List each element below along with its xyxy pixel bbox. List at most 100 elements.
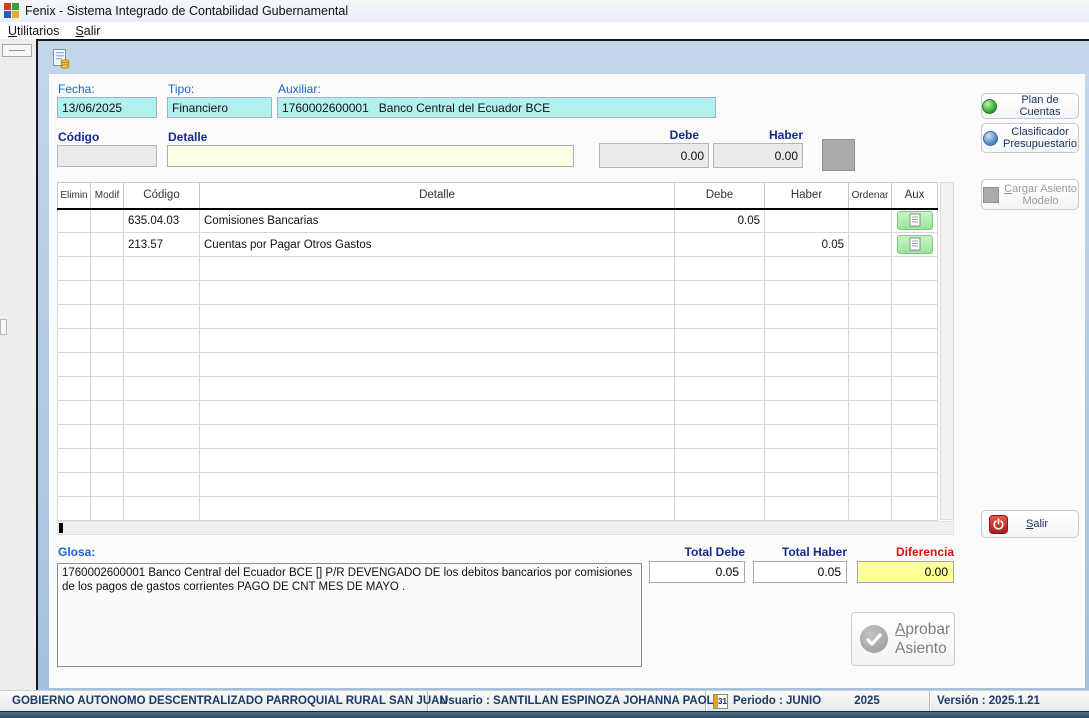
form-toolbar [38, 45, 1089, 73]
salir-button[interactable]: Salir [981, 510, 1079, 538]
total-debe-label: Total Debe [649, 545, 745, 559]
total-haber-field: 0.05 [753, 561, 847, 583]
auxiliar-label: Auxiliar: [278, 82, 321, 96]
menu-utilitarios[interactable]: Utilitarios [0, 23, 67, 39]
col-ordenar[interactable]: Ordenar [849, 183, 892, 209]
status-version: Versión : 2025.1.21 [930, 691, 1089, 711]
cargar-modelo-icon [983, 187, 999, 203]
table-row-empty [58, 353, 938, 377]
cell-haber [765, 209, 849, 233]
clasificador-presupuestario-button[interactable]: ClasificadorPresupuestario [981, 123, 1079, 153]
diferencia-label: Diferencia [857, 545, 954, 559]
left-panel-strip [0, 39, 36, 690]
checkmark-icon [860, 625, 888, 653]
debe-input[interactable]: 0.00 [599, 143, 709, 168]
cell-elimin[interactable] [58, 233, 91, 257]
auxiliar-input[interactable]: 1760002600001 Banco Central del Ecuador … [277, 97, 716, 118]
periodo-icon: 31 [713, 694, 728, 709]
diferencia-field: 0.00 [857, 561, 954, 583]
bottom-strip [0, 711, 1089, 718]
table-row-empty [58, 281, 938, 305]
grid-vertical-scrollbar[interactable] [940, 182, 954, 520]
asiento-form-window: Fecha: 13/06/2025 Tipo: Financiero Auxil… [36, 39, 1089, 690]
clasificador-icon [983, 131, 998, 146]
col-detalle[interactable]: Detalle [200, 183, 675, 209]
haber-label: Haber [713, 128, 803, 142]
menu-bar: Utilitarios Salir [0, 22, 1089, 39]
fecha-input[interactable]: 13/06/2025 [57, 97, 157, 118]
cell-debe: 0.05 [675, 209, 765, 233]
detalle-label: Detalle [168, 130, 207, 144]
table-row[interactable]: 635.04.03 Comisiones Bancarias 0.05 [58, 209, 938, 233]
cell-modif[interactable] [91, 209, 124, 233]
plan-cuentas-label: Plan de Cuentas [1002, 94, 1078, 118]
table-row-empty [58, 425, 938, 449]
detalle-input[interactable] [167, 145, 574, 167]
aprobar-asiento-button[interactable]: Aprobar Asiento [851, 612, 955, 666]
salir-label: Salir [1026, 518, 1048, 530]
debe-label: Debe [599, 128, 699, 142]
app-window: Fenix - Sistema Integrado de Contabilida… [0, 0, 1089, 718]
status-org: GOBIERNO AUTONOMO DESCENTRALIZADO PARROQ… [0, 691, 428, 711]
table-row-empty [58, 401, 938, 425]
clasificador-label: ClasificadorPresupuestario [1003, 126, 1077, 150]
codigo-input[interactable] [57, 145, 157, 167]
aux-button[interactable] [897, 235, 933, 254]
cell-modif[interactable] [91, 233, 124, 257]
table-row-empty [58, 257, 938, 281]
table-row[interactable]: 213.57 Cuentas por Pagar Otros Gastos 0.… [58, 233, 938, 257]
cell-elimin[interactable] [58, 209, 91, 233]
title-bar: Fenix - Sistema Integrado de Contabilida… [0, 0, 1089, 22]
col-debe[interactable]: Debe [675, 183, 765, 209]
entries-grid: Elimin Modif Código Detalle Debe Haber O… [57, 182, 938, 521]
tipo-input[interactable]: Financiero [167, 97, 272, 118]
cell-haber: 0.05 [765, 233, 849, 257]
cell-codigo: 213.57 [124, 233, 200, 257]
plan-de-cuentas-button[interactable]: Plan de Cuentas [981, 93, 1079, 119]
cell-codigo: 635.04.03 [124, 209, 200, 233]
glosa-textarea[interactable]: 1760002600001 Banco Central del Ecuador … [57, 563, 642, 667]
total-haber-label: Total Haber [753, 545, 847, 559]
col-haber[interactable]: Haber [765, 183, 849, 209]
panel-collapse-tab[interactable] [2, 44, 32, 57]
col-elimin[interactable]: Elimin [58, 183, 91, 209]
cell-debe [675, 233, 765, 257]
panel-handle[interactable] [0, 319, 7, 335]
grid-horizontal-scrollbar[interactable] [57, 521, 954, 535]
glosa-label: Glosa: [58, 545, 95, 559]
status-bar: GOBIERNO AUTONOMO DESCENTRALIZADO PARROQ… [0, 690, 1089, 711]
cell-detalle: Comisiones Bancarias [200, 209, 675, 233]
menu-salir[interactable]: Salir [67, 23, 108, 39]
salir-power-icon [989, 515, 1008, 534]
aux-button[interactable] [897, 211, 933, 230]
table-row-empty [58, 377, 938, 401]
new-entry-button[interactable] [48, 46, 74, 72]
col-aux[interactable]: Aux [892, 183, 938, 209]
cell-detalle: Cuentas por Pagar Otros Gastos [200, 233, 675, 257]
tipo-label: Tipo: [168, 82, 194, 96]
status-usuario: Usuario : SANTILLAN ESPINOZA JOHANNA PAO… [428, 691, 706, 711]
aux-notepad-icon [909, 237, 921, 251]
grid-header-row: Elimin Modif Código Detalle Debe Haber O… [58, 183, 938, 209]
cell-ordenar [849, 233, 892, 257]
table-row-empty [58, 473, 938, 497]
total-debe-field: 0.05 [649, 561, 745, 583]
cell-aux [892, 233, 938, 257]
col-codigo[interactable]: Código [124, 183, 200, 209]
fecha-label: Fecha: [58, 82, 95, 96]
cell-ordenar [849, 209, 892, 233]
haber-input[interactable]: 0.00 [713, 143, 803, 168]
table-row-empty [58, 305, 938, 329]
scroll-thumb[interactable] [59, 523, 63, 533]
table-row-empty [58, 497, 938, 521]
cargar-modelo-label: Cargar AsientoModelo [1004, 183, 1077, 207]
cell-aux [892, 209, 938, 233]
table-row-empty [58, 329, 938, 353]
col-modif[interactable]: Modif [91, 183, 124, 209]
cargar-asiento-modelo-button[interactable]: Cargar AsientoModelo [981, 179, 1079, 210]
aprobar-label: Aprobar Asiento [895, 620, 950, 658]
table-empty-rows [58, 257, 938, 521]
plan-cuentas-icon [982, 99, 997, 114]
add-line-button[interactable] [822, 139, 855, 171]
status-anio: 2025 [854, 695, 880, 707]
